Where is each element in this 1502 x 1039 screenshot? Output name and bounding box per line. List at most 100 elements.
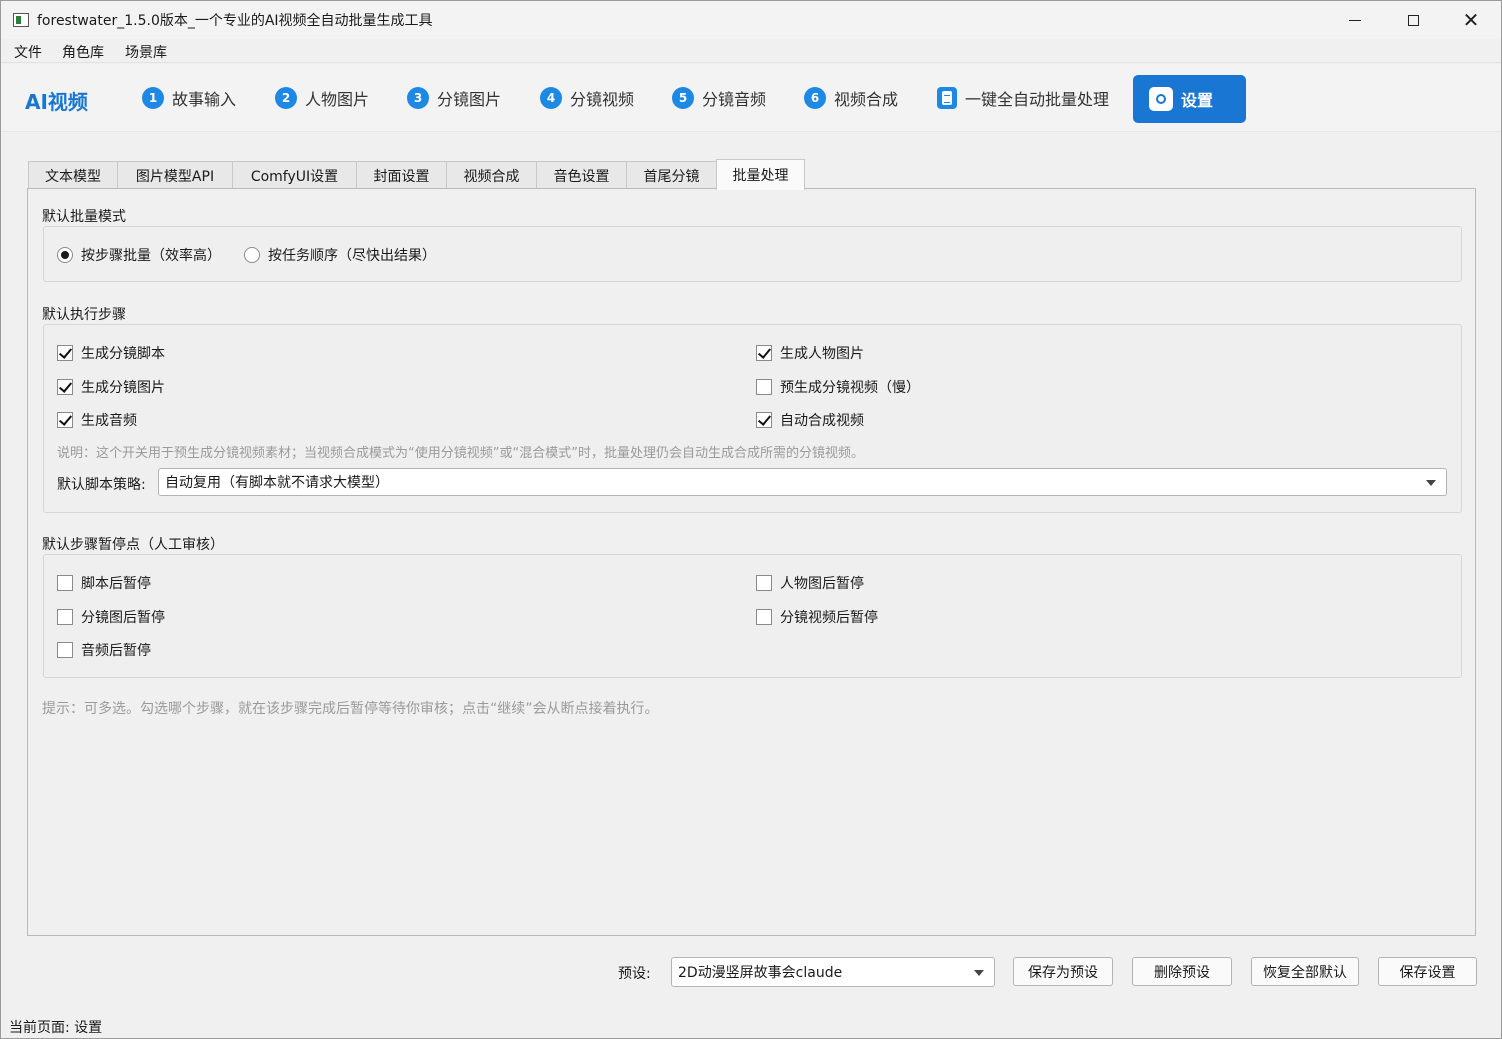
checkbox-indicator [756, 345, 772, 361]
save-as-preset-button[interactable]: 保存为预设 [1013, 957, 1113, 986]
title-bar: forestwater_1.5.0版本_一个专业的AI视频全自动批量生成工具 ✕ [1, 1, 1501, 39]
checkbox-pregenerate-storyboard-video[interactable]: 预生成分镜视频（慢） [756, 377, 920, 397]
checkbox-indicator [57, 345, 73, 361]
status-text: 当前页面: 设置 [9, 1020, 103, 1036]
step-1-badge: 1 [142, 87, 164, 109]
tab-comfyui-settings[interactable]: ComfyUI设置 [232, 161, 357, 190]
nav-batch-process[interactable]: 一键全自动批量处理 [937, 86, 1109, 110]
checkbox-pause-after-character-images[interactable]: 人物图后暂停 [756, 573, 864, 593]
execution-steps-title: 默认执行步骤 [42, 307, 126, 323]
minimize-button[interactable] [1326, 1, 1384, 39]
maximize-button[interactable] [1384, 1, 1442, 39]
checkbox-label: 人物图后暂停 [780, 576, 864, 592]
checkbox-pause-after-audio[interactable]: 音频后暂停 [57, 640, 151, 660]
app-icon [13, 13, 29, 27]
checkbox-indicator [57, 412, 73, 428]
checkbox-generate-character-images[interactable]: 生成人物图片 [756, 343, 864, 363]
batch-mode-title: 默认批量模式 [42, 209, 126, 225]
checkbox-indicator [756, 609, 772, 625]
step-3-badge: 3 [407, 87, 429, 109]
nav-step-label: 分镜音频 [702, 90, 767, 109]
pause-points-title: 默认步骤暂停点（人工审核） [42, 537, 224, 553]
checkbox-indicator [57, 642, 73, 658]
radio-label: 按步骤批量（效率高） [81, 248, 221, 264]
menu-bar: 文件 角色库 场景库 [1, 39, 1501, 63]
nav-bar: AI视频 1 故事输入 2 人物图片 3 分镜图片 4 分镜视频 5 分镜音频 … [1, 64, 1501, 132]
checkbox-indicator [756, 412, 772, 428]
chevron-down-icon [1426, 480, 1436, 486]
nav-step-label: 故事输入 [172, 90, 237, 109]
chevron-down-icon [974, 970, 984, 976]
checkbox-label: 音频后暂停 [81, 643, 151, 659]
nav-settings-label: 设置 [1181, 91, 1214, 110]
checkbox-generate-storyboard-images[interactable]: 生成分镜图片 [57, 377, 165, 397]
status-bar: 当前页面: 设置 [1, 1012, 1501, 1038]
brand-logo: AI视频 [25, 90, 88, 114]
steps-note: 说明：这个开关用于预生成分镜视频素材；当视频合成模式为“使用分镜视频”或“混合模… [57, 446, 864, 461]
save-settings-button[interactable]: 保存设置 [1378, 957, 1477, 986]
step-6-badge: 6 [804, 87, 826, 109]
close-button[interactable]: ✕ [1442, 1, 1500, 39]
tab-cover-settings[interactable]: 封面设置 [356, 161, 447, 190]
pause-points-group [43, 554, 1462, 678]
checkbox-indicator [756, 575, 772, 591]
gear-icon [1149, 87, 1173, 111]
nav-step-story-input[interactable]: 1 故事输入 [142, 86, 236, 110]
nav-settings-button[interactable]: 设置 [1133, 75, 1246, 123]
checkbox-indicator [57, 609, 73, 625]
nav-step-character-images[interactable]: 2 人物图片 [275, 86, 369, 110]
tab-first-last-frame[interactable]: 首尾分镜 [626, 161, 717, 190]
checkbox-generate-audio[interactable]: 生成音频 [57, 410, 137, 430]
checkbox-label: 生成音频 [81, 413, 137, 429]
menu-file[interactable]: 文件 [14, 42, 42, 62]
checkbox-label: 预生成分镜视频（慢） [780, 380, 920, 396]
hint-text: 提示：可多选。勾选哪个步骤，就在该步骤完成后暂停等待你审核；点击“继续”会从断点… [42, 701, 659, 717]
nav-step-label: 分镜视频 [570, 90, 635, 109]
radio-by-task-order[interactable]: 按任务顺序（尽快出结果） [244, 245, 436, 265]
checkbox-auto-compose-video[interactable]: 自动合成视频 [756, 410, 864, 430]
menu-scene-library[interactable]: 场景库 [125, 42, 167, 62]
script-strategy-value: 自动复用（有脚本就不请求大模型） [165, 475, 389, 491]
menu-character-library[interactable]: 角色库 [62, 42, 104, 62]
maximize-icon [1407, 14, 1419, 26]
window-title: forestwater_1.5.0版本_一个专业的AI视频全自动批量生成工具 [37, 13, 433, 29]
minimize-icon [1349, 19, 1361, 21]
nav-step-label: 人物图片 [305, 90, 370, 109]
tab-voice-settings[interactable]: 音色设置 [536, 161, 627, 190]
tab-batch-processing[interactable]: 批量处理 [716, 159, 805, 190]
tab-text-model[interactable]: 文本模型 [28, 161, 118, 190]
checkbox-indicator [57, 575, 73, 591]
checkbox-pause-after-storyboard-video[interactable]: 分镜视频后暂停 [756, 607, 878, 627]
radio-indicator [244, 247, 260, 263]
checkbox-label: 自动合成视频 [780, 413, 864, 429]
nav-step-label: 视频合成 [834, 90, 899, 109]
radio-label: 按任务顺序（尽快出结果） [268, 248, 436, 264]
script-strategy-select[interactable]: 自动复用（有脚本就不请求大模型） [158, 468, 1447, 496]
restore-defaults-button[interactable]: 恢复全部默认 [1251, 957, 1359, 986]
nav-batch-label: 一键全自动批量处理 [965, 90, 1110, 109]
nav-step-storyboard-audio[interactable]: 5 分镜音频 [672, 86, 766, 110]
delete-preset-button[interactable]: 删除预设 [1132, 957, 1232, 986]
preset-value: 2D动漫竖屏故事会claude [678, 965, 843, 981]
nav-step-video-compose[interactable]: 6 视频合成 [804, 86, 898, 110]
checkbox-label: 分镜视频后暂停 [780, 610, 878, 626]
close-icon: ✕ [1462, 8, 1480, 32]
checkbox-label: 生成分镜图片 [81, 380, 165, 396]
tab-image-model-api[interactable]: 图片模型API [117, 161, 233, 190]
radio-by-step[interactable]: 按步骤批量（效率高） [57, 245, 221, 265]
checkbox-generate-storyboard-script[interactable]: 生成分镜脚本 [57, 343, 165, 363]
tab-video-compose[interactable]: 视频合成 [446, 161, 537, 190]
preset-select[interactable]: 2D动漫竖屏故事会claude [671, 957, 995, 987]
nav-step-storyboard-video[interactable]: 4 分镜视频 [540, 86, 634, 110]
checkbox-label: 生成分镜脚本 [81, 346, 165, 362]
checkbox-label: 分镜图后暂停 [81, 610, 165, 626]
checkbox-pause-after-script[interactable]: 脚本后暂停 [57, 573, 151, 593]
step-4-badge: 4 [540, 87, 562, 109]
nav-step-label: 分镜图片 [437, 90, 502, 109]
checkbox-pause-after-storyboard-images[interactable]: 分镜图后暂停 [57, 607, 165, 627]
step-5-badge: 5 [672, 87, 694, 109]
checkbox-label: 脚本后暂停 [81, 576, 151, 592]
nav-step-storyboard-images[interactable]: 3 分镜图片 [407, 86, 501, 110]
preset-label: 预设: [618, 966, 651, 982]
app-window: forestwater_1.5.0版本_一个专业的AI视频全自动批量生成工具 ✕… [0, 0, 1502, 1039]
